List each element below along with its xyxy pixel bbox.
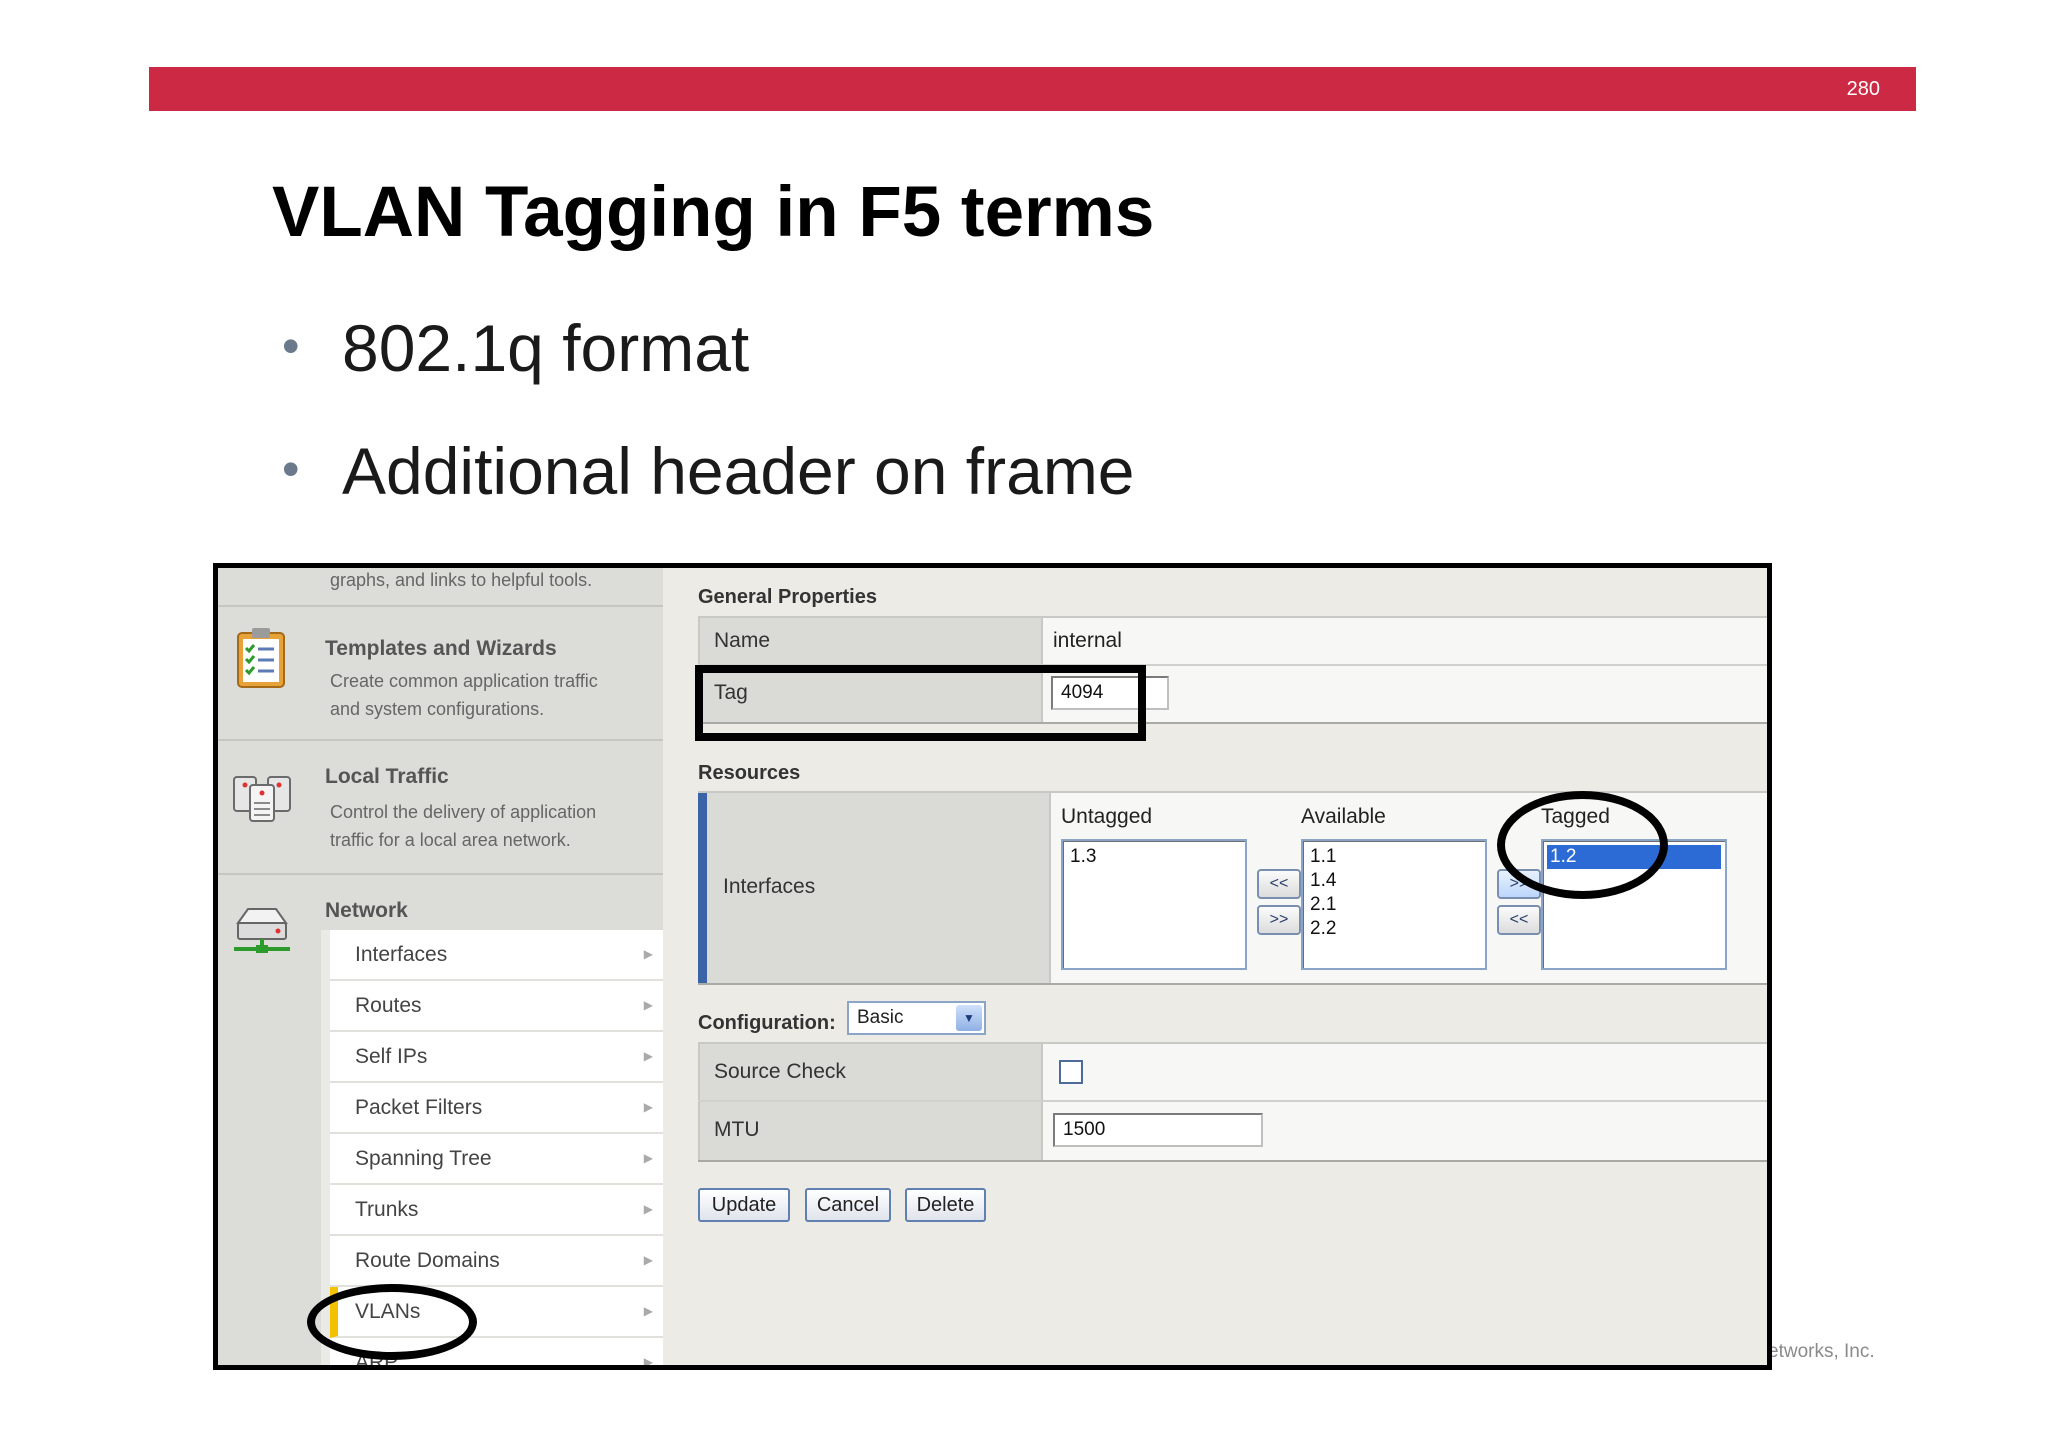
source-check-cell: [1043, 1044, 1767, 1100]
bullet-text: Additional header on frame: [342, 434, 1135, 508]
nav-item-label: Interfaces: [355, 943, 448, 966]
network-device-icon: [234, 908, 290, 953]
available-header: Available: [1301, 805, 1386, 828]
chevron-right-icon: ▶: [643, 1355, 653, 1369]
tag-value-cell: 4094: [1043, 666, 1767, 722]
update-button[interactable]: Update: [698, 1188, 790, 1222]
bullet-item: • 802.1q format: [282, 310, 749, 386]
nav-item-label: Spanning Tree: [355, 1147, 492, 1170]
bullet-dot-icon: •: [282, 440, 300, 497]
nav-item-label: Self IPs: [355, 1045, 428, 1068]
slide-title: VLAN Tagging in F5 terms: [272, 173, 1155, 252]
mtu-row: MTU 1500: [698, 1102, 1767, 1162]
f5-vlan-screenshot: graphs, and links to helpful tools. Temp…: [213, 563, 1772, 1370]
configuration-select[interactable]: Basic ▼: [847, 1001, 986, 1035]
nav-item-interfaces[interactable]: Interfaces ▶: [330, 930, 663, 981]
interfaces-label: Interfaces: [698, 793, 1051, 983]
chevron-right-icon: ▶: [643, 1049, 653, 1063]
nav-welcome-snippet: graphs, and links to helpful tools.: [218, 568, 663, 607]
listbox-option[interactable]: 2.1: [1307, 893, 1481, 917]
chevron-right-icon: ▶: [643, 1100, 653, 1114]
delete-button[interactable]: Delete: [905, 1188, 986, 1222]
chevron-down-icon: ▼: [956, 1005, 982, 1031]
name-row: Name internal: [698, 618, 1767, 666]
nav-section-templates[interactable]: Templates and Wizards Create common appl…: [218, 607, 663, 741]
nav-section-network[interactable]: Network: [218, 875, 663, 953]
mtu-cell: 1500: [1043, 1102, 1767, 1160]
chevron-right-icon: ▶: [643, 1253, 653, 1267]
name-value: internal: [1043, 618, 1767, 664]
name-label: Name: [698, 618, 1043, 664]
bullet-text: 802.1q format: [342, 311, 750, 385]
nav-item-label: Packet Filters: [355, 1096, 483, 1119]
general-properties-title: General Properties: [698, 586, 877, 608]
nav-item-trunks[interactable]: Trunks ▶: [330, 1185, 663, 1236]
nav-section-desc: and system configurations.: [330, 699, 545, 719]
main-navigation: graphs, and links to helpful tools. Temp…: [218, 568, 663, 1365]
nav-item-label: Trunks: [355, 1198, 419, 1221]
listbox-option[interactable]: 1.4: [1307, 869, 1481, 893]
bullet-dot-icon: •: [282, 317, 300, 374]
nav-item-route-domains[interactable]: Route Domains ▶: [330, 1236, 663, 1287]
chevron-right-icon: ▶: [643, 998, 653, 1012]
chevron-right-icon: ▶: [643, 1151, 653, 1165]
nav-item-self-ips[interactable]: Self IPs ▶: [330, 1032, 663, 1083]
nav-section-desc: Control the delivery of application: [330, 802, 597, 822]
source-check-label: Source Check: [698, 1044, 1043, 1100]
slide-footer: etworks, Inc.: [1768, 1341, 1875, 1362]
tag-highlight-box: [695, 665, 1146, 741]
chevron-right-icon: ▶: [643, 947, 653, 961]
chevron-right-icon: ▶: [643, 1202, 653, 1216]
nav-item-spanning-tree[interactable]: Spanning Tree ▶: [330, 1134, 663, 1185]
servers-icon: [233, 776, 291, 822]
listbox-option[interactable]: 2.2: [1307, 917, 1481, 941]
nav-item-label: Route Domains: [355, 1249, 500, 1272]
configuration-select-value: Basic: [857, 1007, 904, 1028]
available-listbox[interactable]: 1.1 1.4 2.1 2.2: [1301, 839, 1487, 970]
nav-section-desc: traffic for a local area network.: [330, 830, 571, 850]
untagged-header: Untagged: [1061, 805, 1153, 828]
configuration-table: Source Check MTU 1500: [698, 1042, 1767, 1162]
nav-section-title: Local Traffic: [325, 765, 449, 788]
cancel-button[interactable]: Cancel: [805, 1188, 891, 1222]
slide-header-bar: 280: [149, 67, 1916, 111]
page-number: 280: [1846, 78, 1880, 100]
clipboard-checklist-icon: [237, 628, 285, 688]
nav-snippet-text: graphs, and links to helpful tools.: [330, 570, 593, 590]
untagged-listbox[interactable]: 1.3: [1061, 839, 1247, 970]
configuration-label: Configuration:: [698, 1012, 836, 1034]
mtu-input[interactable]: 1500: [1053, 1113, 1263, 1147]
nav-section-desc: Create common application traffic: [330, 671, 598, 691]
move-from-tagged-button[interactable]: <<: [1497, 905, 1541, 935]
listbox-option[interactable]: 1.1: [1307, 845, 1481, 869]
source-check-checkbox[interactable]: [1059, 1060, 1083, 1084]
bullet-item: • Additional header on frame: [282, 433, 1135, 509]
vlans-highlight-circle: [307, 1284, 477, 1360]
resources-title: Resources: [698, 762, 801, 784]
nav-section-local-traffic[interactable]: Local Traffic Control the delivery of ap…: [218, 741, 663, 875]
source-check-row: Source Check: [698, 1044, 1767, 1102]
nav-section-title: Network: [325, 899, 408, 922]
tagged-highlight-circle: [1497, 791, 1668, 899]
nav-item-routes[interactable]: Routes ▶: [330, 981, 663, 1032]
listbox-option[interactable]: 1.3: [1067, 845, 1241, 869]
mtu-label: MTU: [698, 1102, 1043, 1160]
move-to-available-button[interactable]: >>: [1257, 905, 1301, 935]
nav-section-title: Templates and Wizards: [325, 637, 557, 660]
nav-item-packet-filters[interactable]: Packet Filters ▶: [330, 1083, 663, 1134]
nav-item-label: Routes: [355, 994, 422, 1017]
chevron-right-icon: ▶: [643, 1304, 653, 1318]
move-to-untagged-button[interactable]: <<: [1257, 869, 1301, 899]
